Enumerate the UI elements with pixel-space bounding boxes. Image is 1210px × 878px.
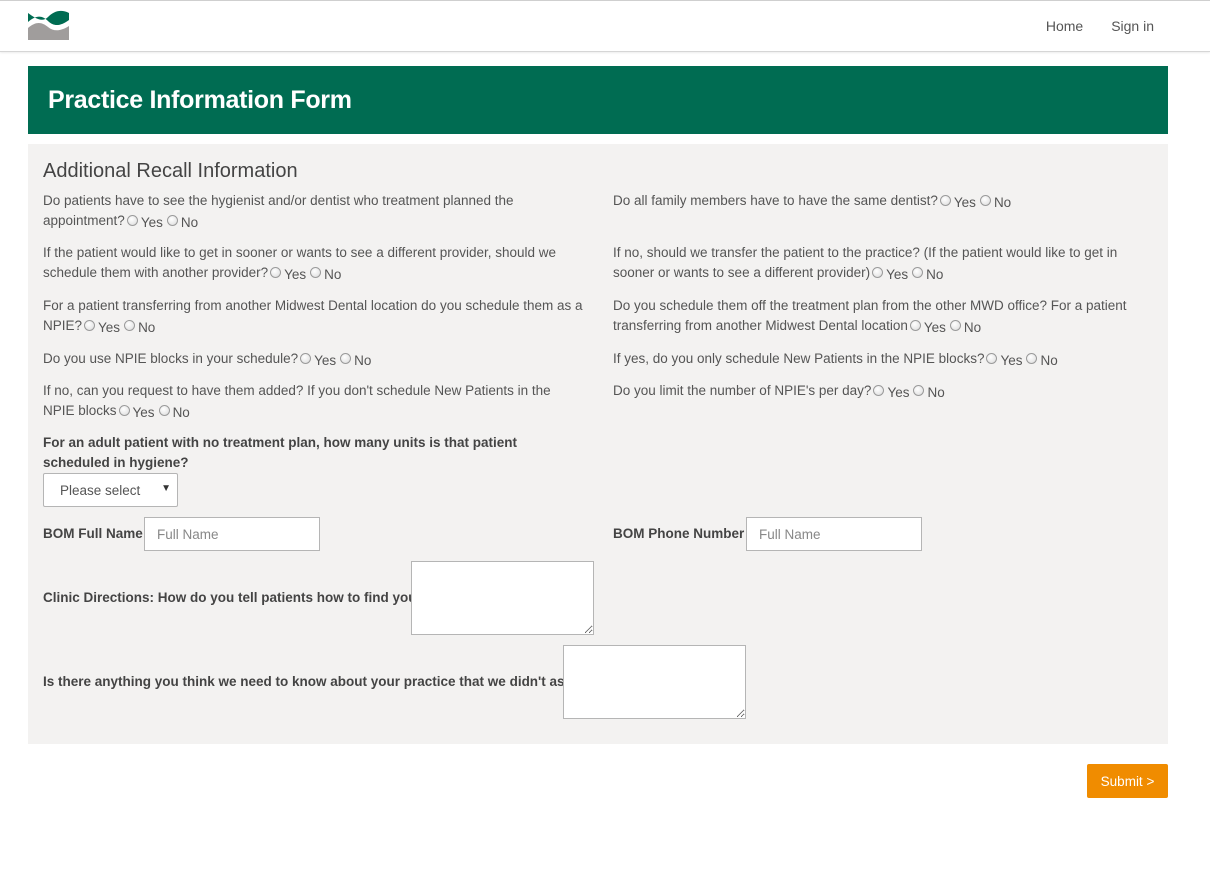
radio-yes[interactable]: [909, 320, 921, 331]
option-yes-label: Yes: [140, 215, 163, 230]
question-text: If yes, do you only schedule New Patient…: [613, 351, 985, 366]
option-no-label: No: [324, 267, 342, 282]
question-hygienist-dentist: Do patients have to see the hygienist an…: [43, 191, 583, 231]
units-select[interactable]: Please select ▼: [43, 473, 178, 507]
bom-phone-label: BOM Phone Number: [613, 526, 745, 541]
nav-sign-in-link[interactable]: Sign in: [1111, 18, 1154, 34]
units-select-value: Please select: [60, 483, 141, 498]
option-no-label: No: [354, 353, 372, 368]
bom-name-label: BOM Full Name: [43, 526, 143, 541]
radio-no[interactable]: [1026, 353, 1038, 364]
radio-yes[interactable]: [84, 320, 96, 331]
question-text: If no, should we transfer the patient to…: [613, 245, 1118, 280]
top-navbar: Home Sign in: [0, 0, 1210, 52]
option-yes-label: Yes: [887, 385, 910, 400]
radio-yes[interactable]: [939, 195, 951, 206]
radio-yes[interactable]: [118, 405, 130, 416]
option-no-label: No: [963, 320, 982, 335]
question-limit-npie-per-day: Do you limit the number of NPIE's per da…: [613, 381, 1153, 401]
question-transfer-patient: If no, should we transfer the patient to…: [613, 243, 1153, 283]
option-no-label: No: [1040, 353, 1058, 368]
option-no-label: No: [180, 215, 199, 230]
radio-no[interactable]: [979, 195, 991, 206]
radio-no[interactable]: [310, 267, 322, 278]
radio-no[interactable]: [166, 215, 178, 226]
question-text: Do patients have to see the hygienist an…: [43, 193, 514, 228]
radio-yes[interactable]: [126, 215, 138, 226]
question-text: Do all family members have to have the s…: [613, 193, 938, 208]
option-yes-label: Yes: [953, 195, 976, 210]
option-yes-label: Yes: [284, 267, 307, 282]
units-question-label: For an adult patient with no treatment p…: [43, 435, 518, 470]
clinic-directions-textarea[interactable]: [411, 561, 594, 635]
anything-else-label: Is there anything you think we need to k…: [43, 674, 581, 689]
radio-no[interactable]: [949, 320, 961, 331]
question-npie-blocks: Do you use NPIE blocks in your schedule?…: [43, 349, 583, 369]
bom-phone-input[interactable]: [746, 517, 922, 551]
question-schedule-as-npie: For a patient transferring from another …: [43, 296, 583, 336]
option-yes-label: Yes: [314, 353, 337, 368]
question-request-npie-added: If no, can you request to have them adde…: [43, 381, 583, 421]
question-only-new-patients-npie: If yes, do you only schedule New Patient…: [613, 349, 1153, 369]
radio-yes[interactable]: [873, 385, 885, 396]
radio-yes[interactable]: [986, 353, 998, 364]
option-no-label: No: [138, 320, 156, 335]
option-no-label: No: [993, 195, 1012, 210]
question-text: Do you schedule them off the treatment p…: [613, 298, 1127, 333]
radio-no[interactable]: [158, 405, 170, 416]
page-title: Practice Information Form: [48, 86, 352, 114]
option-yes-label: Yes: [1000, 353, 1023, 368]
anything-else-textarea[interactable]: [563, 645, 746, 719]
radio-no[interactable]: [340, 353, 352, 364]
question-schedule-another-provider: If the patient would like to get in soon…: [43, 243, 583, 283]
radio-yes[interactable]: [300, 353, 312, 364]
radio-no[interactable]: [912, 267, 924, 278]
option-yes-label: Yes: [923, 320, 946, 335]
radio-no[interactable]: [124, 320, 136, 331]
option-no-label: No: [172, 405, 190, 420]
option-yes-label: Yes: [98, 320, 121, 335]
chevron-down-icon: ▼: [161, 483, 171, 494]
section-title: Additional Recall Information: [43, 160, 298, 182]
radio-yes[interactable]: [872, 267, 884, 278]
question-text: Do you limit the number of NPIE's per da…: [613, 383, 872, 398]
question-text: Do you use NPIE blocks in your schedule?: [43, 351, 299, 366]
radio-yes[interactable]: [270, 267, 282, 278]
radio-no[interactable]: [913, 385, 925, 396]
option-no-label: No: [926, 267, 944, 282]
logo-icon[interactable]: [28, 9, 69, 40]
question-schedule-off-treatment-plan: Do you schedule them off the treatment p…: [613, 296, 1153, 336]
question-family-same-dentist: Do all family members have to have the s…: [613, 191, 1153, 211]
option-yes-label: Yes: [132, 405, 155, 420]
submit-button[interactable]: Submit >: [1087, 764, 1168, 798]
bom-name-input[interactable]: [144, 517, 320, 551]
nav-home-link[interactable]: Home: [1046, 18, 1083, 34]
page-header-banner: Practice Information Form: [28, 66, 1168, 134]
option-yes-label: Yes: [886, 267, 909, 282]
option-no-label: No: [927, 385, 945, 400]
clinic-directions-label: Clinic Directions: How do you tell patie…: [43, 590, 425, 605]
form-panel: Additional Recall Information Do patient…: [28, 144, 1168, 744]
